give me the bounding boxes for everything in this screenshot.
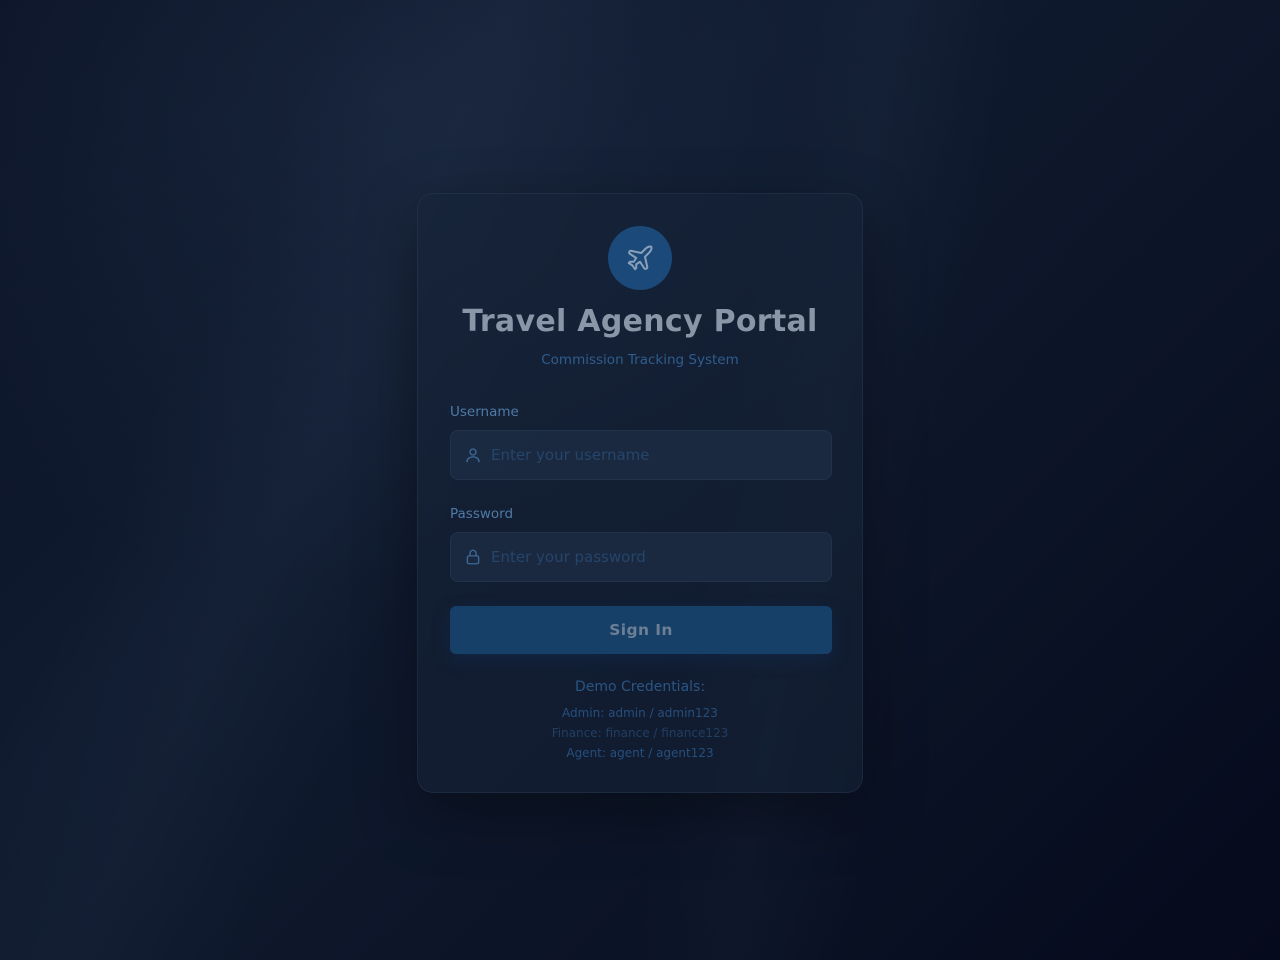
demo-credential-agent: Agent: agent / agent123 — [566, 746, 714, 760]
username-field[interactable] — [450, 430, 832, 480]
username-input[interactable] — [491, 431, 821, 479]
logo-badge — [608, 226, 672, 290]
password-field[interactable] — [450, 532, 832, 582]
lock-icon — [466, 549, 480, 565]
password-input[interactable] — [491, 533, 821, 581]
user-icon — [466, 448, 480, 463]
password-label: Password — [450, 506, 514, 522]
page-subtitle: Commission Tracking System — [541, 352, 739, 368]
airplane-icon — [627, 245, 653, 271]
login-card: Travel Agency Portal Commission Tracking… — [417, 193, 863, 793]
demo-credential-finance: Finance: finance / finance123 — [551, 726, 729, 740]
sign-in-button[interactable]: Sign In — [450, 606, 832, 654]
demo-credential-admin: Admin: admin / admin123 — [562, 706, 718, 720]
username-label: Username — [450, 404, 519, 420]
page-title: Travel Agency Portal — [462, 304, 818, 339]
demo-credentials-title: Demo Credentials: — [574, 679, 706, 695]
